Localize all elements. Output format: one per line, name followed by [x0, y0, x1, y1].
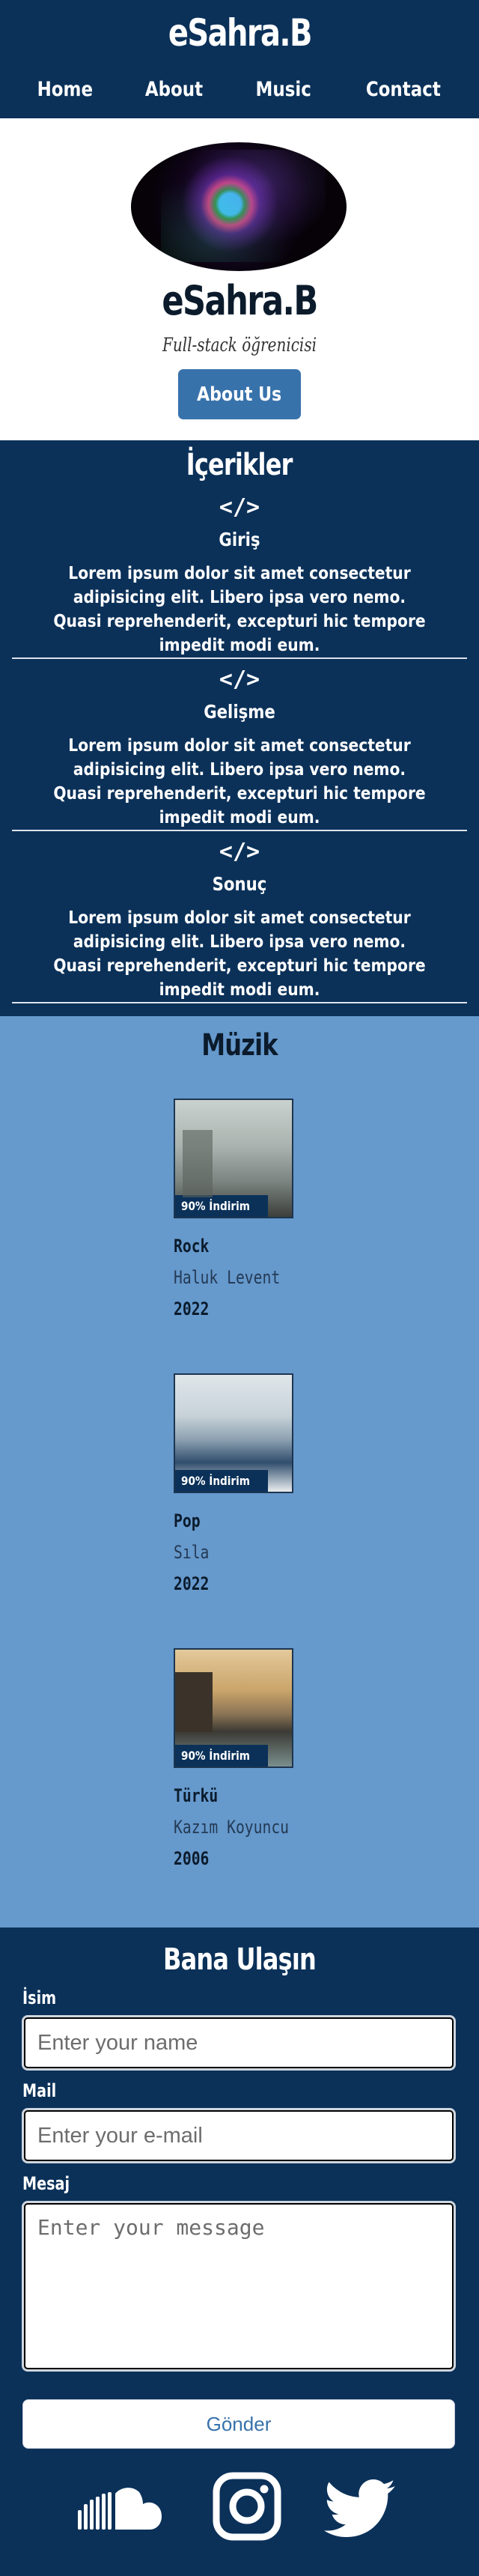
music-title: Müzik	[201, 1028, 278, 1063]
album-year: 2022	[174, 1298, 210, 1319]
album-card[interactable]: 90% İndirim Türkü Kazım Koyuncu 2006	[174, 1648, 353, 1874]
music-section: Müzik 90% İndirim Rock Haluk Levent 2022…	[0, 1016, 479, 1928]
name-field[interactable]	[24, 2017, 454, 2068]
album-genre: Pop	[174, 1510, 201, 1531]
content-item: </> Giriş Lorem ipsum dolor sit amet con…	[12, 487, 467, 659]
instagram-icon[interactable]	[202, 2471, 292, 2546]
hero-section: eSahra.B Full-stack öğrenicisi About Us	[0, 118, 479, 440]
album-cover: 90% İndirim	[174, 1099, 293, 1218]
main-nav: Home About Music Contact	[0, 66, 479, 112]
content-item: </> Gelişme Lorem ipsum dolor sit amet c…	[12, 659, 467, 831]
nav-about[interactable]: About	[145, 78, 203, 101]
album-year: 2006	[174, 1848, 210, 1869]
code-icon: </>	[219, 839, 260, 865]
nav-music[interactable]: Music	[256, 78, 311, 101]
message-label: Mesaj	[22, 2173, 70, 2194]
content-item-title: Giriş	[219, 529, 260, 550]
send-button[interactable]: Gönder	[22, 2399, 455, 2449]
contact-title: Bana Ulaşın	[162, 1942, 317, 1977]
name-label: İsim	[22, 1987, 57, 2008]
contents-title: İçerikler	[186, 448, 293, 482]
about-us-button[interactable]: About Us	[178, 369, 301, 419]
album-artist: Kazım Koyuncu	[174, 1817, 290, 1838]
hero-role: Full-stack öğrenicisi	[162, 334, 317, 356]
code-icon: </>	[219, 666, 260, 693]
album-artist: Haluk Levent	[174, 1267, 281, 1288]
content-item-text: Lorem ipsum dolor sit amet consectetur a…	[53, 908, 426, 1000]
soundcloud-icon[interactable]	[75, 2471, 165, 2546]
nav-contact[interactable]: Contact	[366, 78, 441, 101]
code-icon: </>	[219, 494, 260, 520]
content-item: </> Sonuç Lorem ipsum dolor sit amet con…	[12, 831, 467, 1003]
twitter-icon[interactable]	[314, 2471, 404, 2546]
mail-label: Mail	[22, 2080, 57, 2101]
site-header: eSahra.B Home About Music Contact	[0, 0, 479, 118]
hero-earth-image	[131, 142, 347, 271]
message-field[interactable]	[24, 2203, 454, 2369]
album-genre: Rock	[174, 1236, 210, 1257]
album-card[interactable]: 90% İndirim Rock Haluk Levent 2022	[174, 1099, 353, 1325]
nav-home[interactable]: Home	[37, 78, 92, 101]
album-card[interactable]: 90% İndirim Pop Sıla 2022	[174, 1373, 353, 1600]
social-links	[0, 2471, 479, 2546]
email-field[interactable]	[24, 2110, 454, 2161]
album-cover: 90% İndirim	[174, 1648, 293, 1768]
site-title: eSahra.B	[168, 11, 312, 55]
discount-badge: 90% İndirim	[175, 1470, 269, 1492]
content-item-text: Lorem ipsum dolor sit amet consectetur a…	[53, 564, 426, 655]
album-cover: 90% İndirim	[174, 1373, 293, 1493]
content-item-title: Sonuç	[212, 873, 267, 895]
album-year: 2022	[174, 1573, 210, 1594]
discount-badge: 90% İndirim	[175, 1195, 269, 1217]
discount-badge: 90% İndirim	[175, 1745, 269, 1767]
content-item-text: Lorem ipsum dolor sit amet consectetur a…	[53, 736, 426, 827]
about-us-label: About Us	[197, 383, 282, 406]
album-artist: Sıla	[174, 1542, 210, 1563]
content-item-title: Gelişme	[204, 701, 275, 723]
site-title-wrap: eSahra.B	[0, 0, 479, 66]
contents-section: İçerikler </> Giriş Lorem ipsum dolor si…	[0, 440, 479, 1016]
hero-name: eSahra.B	[162, 277, 318, 324]
contact-section: Bana Ulaşın İsim Mail Mesaj Gönder	[0, 1928, 479, 2576]
album-genre: Türkü	[174, 1785, 219, 1806]
